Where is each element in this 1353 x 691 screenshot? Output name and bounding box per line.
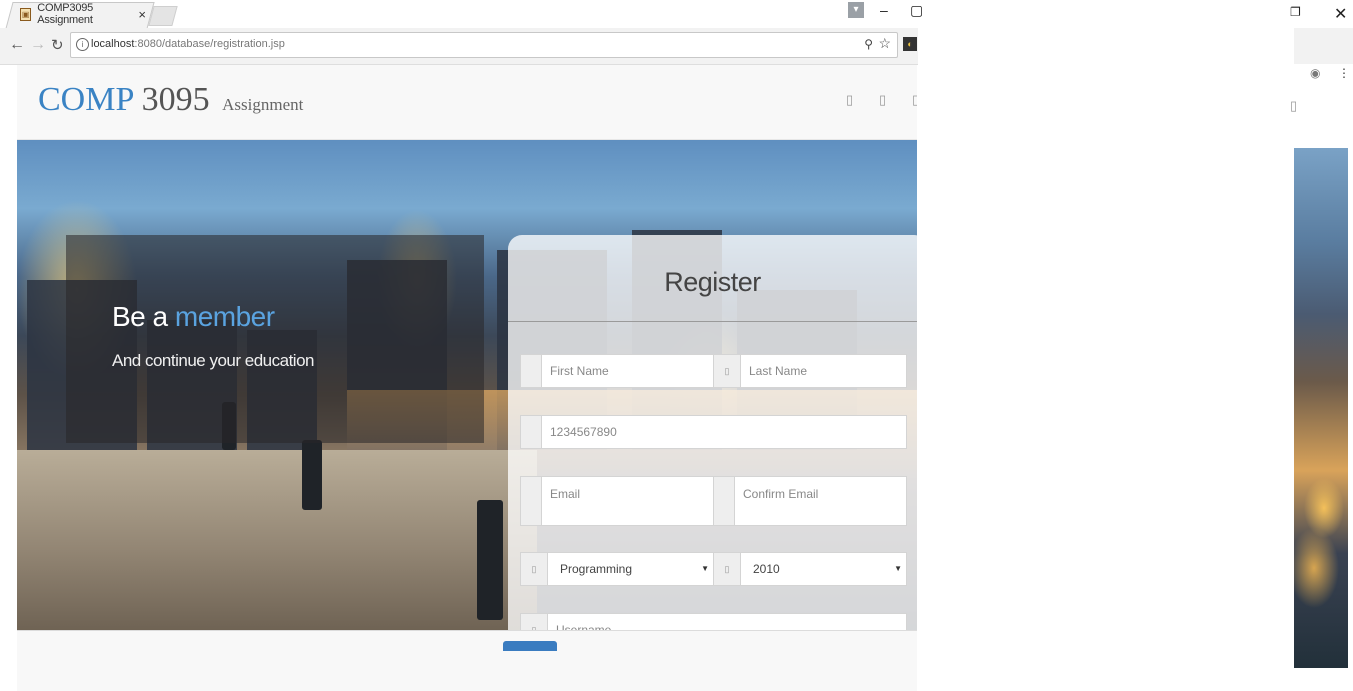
profile-icon[interactable]: ▾ xyxy=(848,2,864,18)
background-window: ◉ ⋮ xyxy=(1294,0,1353,691)
forward-arrow-icon[interactable]: → xyxy=(30,36,46,54)
last-name-group: ▯ xyxy=(713,354,907,388)
menu-icon[interactable]: ⋮ xyxy=(1338,66,1350,80)
brand-part1: COMP xyxy=(38,81,134,118)
register-title: Register xyxy=(664,267,761,297)
chevron-down-icon: ▼ xyxy=(701,564,709,573)
email-input[interactable] xyxy=(542,477,713,511)
confirm-email-input[interactable] xyxy=(735,477,906,511)
promo-title-highlight: member xyxy=(174,301,275,332)
submit-button[interactable] xyxy=(503,641,557,651)
reload-icon[interactable]: ↻ xyxy=(51,36,64,54)
email-group xyxy=(520,476,714,526)
favicon-icon: ▣ xyxy=(20,7,32,21)
url-text[interactable]: localhost:8080/database/registration.jsp xyxy=(91,38,285,50)
confirm-email-group xyxy=(713,476,907,526)
phone-group xyxy=(520,415,907,449)
extension-icon-2[interactable]: ◉ xyxy=(1310,66,1320,80)
background-window-toolbar: ◉ ⋮ xyxy=(1294,28,1353,80)
brand-part2: 3095 xyxy=(141,81,210,118)
year-group: ▯ 2010 ▼ xyxy=(713,552,907,586)
user-icon: ▯ xyxy=(521,614,548,630)
year-select[interactable]: 2010 ▼ xyxy=(741,553,906,585)
zoom-icon[interactable]: ⚲ xyxy=(864,37,873,51)
background-window-image xyxy=(1294,148,1348,668)
tab-title: COMP3095 Assignment xyxy=(37,2,94,26)
email-icon xyxy=(714,477,735,525)
phone-input[interactable] xyxy=(542,416,906,448)
divider xyxy=(508,321,917,322)
minimize-icon[interactable]: – xyxy=(880,2,888,18)
email-icon xyxy=(521,477,542,525)
book-icon: ▯ xyxy=(521,553,548,585)
phone-icon xyxy=(521,416,542,448)
promo-title-lead: Be a xyxy=(112,301,168,332)
program-select[interactable]: Programming ▼ xyxy=(548,553,713,585)
promo-title: Be a member xyxy=(112,301,275,333)
url-host: localhost xyxy=(91,38,135,50)
star-icon[interactable]: ☆ xyxy=(878,35,891,52)
bollard-shape xyxy=(302,440,322,510)
back-arrow-icon[interactable]: ← xyxy=(9,36,25,54)
nav-link-icon-2[interactable]: ▯ xyxy=(879,92,886,108)
first-name-group xyxy=(520,354,714,388)
browser-toolbar: ← → ↻ i localhost:8080/database/registra… xyxy=(0,28,918,65)
username-group: ▯ xyxy=(520,613,907,630)
tab-close-icon[interactable]: × xyxy=(138,7,146,22)
extension-icon[interactable]: ◐ xyxy=(903,37,917,51)
year-value: 2010 xyxy=(753,562,780,576)
program-group: ▯ Programming ▼ xyxy=(520,552,714,586)
brand-subtitle: Assignment xyxy=(222,95,304,114)
username-input[interactable] xyxy=(548,614,906,630)
user-icon: ▯ xyxy=(714,355,741,387)
info-icon[interactable]: i xyxy=(76,38,89,51)
promo-subtitle: And continue your education xyxy=(112,351,315,370)
nav-square-icon[interactable]: ▯ xyxy=(1290,98,1297,114)
last-name-input[interactable] xyxy=(741,355,906,387)
page-viewport: COMP 3095 Assignment ▯ ▯ ▯ Be a member A… xyxy=(17,65,917,691)
site-navbar: COMP 3095 Assignment ▯ ▯ ▯ xyxy=(17,65,917,140)
address-bar[interactable]: i localhost:8080/database/registration.j… xyxy=(70,32,898,58)
bollard-shape xyxy=(477,500,503,620)
url-path: :8080/database/registration.jsp xyxy=(134,38,285,50)
user-icon xyxy=(521,355,542,387)
restore-icon[interactable]: ❐ xyxy=(1290,5,1301,19)
promo-panel: Be a member And continue your education xyxy=(66,235,484,443)
first-name-input[interactable] xyxy=(542,355,713,387)
hero-background: Be a member And continue your education … xyxy=(17,140,917,630)
browser-tab-content: ▣ COMP3095 Assignment × xyxy=(20,2,146,26)
register-card: Register ▯ xyxy=(508,235,917,630)
new-tab-button[interactable] xyxy=(148,6,178,26)
tab-bar: ▣ COMP3095 Assignment × ▾ – ▢ xyxy=(0,0,923,29)
pier-walkway xyxy=(17,450,537,630)
maximize-icon[interactable]: ▢ xyxy=(910,2,923,19)
program-value: Programming xyxy=(560,562,633,576)
nav-link-icon-3[interactable]: ▯ xyxy=(912,92,917,108)
chevron-down-icon: ▼ xyxy=(894,564,902,573)
calendar-icon: ▯ xyxy=(714,553,741,585)
nav-link-icon-1[interactable]: ▯ xyxy=(846,92,853,108)
brand-logo[interactable]: COMP 3095 Assignment xyxy=(38,81,303,119)
close-window-icon[interactable]: ✕ xyxy=(1334,4,1347,24)
footer-bar xyxy=(17,630,917,651)
